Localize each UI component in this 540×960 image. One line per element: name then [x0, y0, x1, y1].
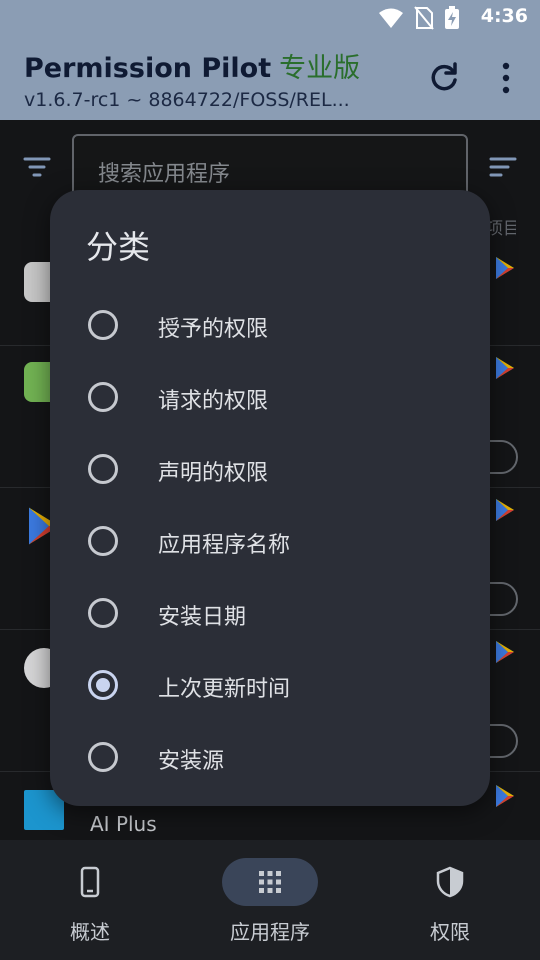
phone-icon: [80, 866, 100, 898]
nav-label: 权限: [430, 920, 470, 944]
app-bar: Permission Pilot 专业版 v1.6.7-rc1 ~ 8864722…: [0, 36, 540, 120]
sort-option-install-date[interactable]: 安装日期: [50, 578, 490, 650]
grid-icon: [259, 871, 281, 893]
nav-label: 概述: [70, 920, 110, 944]
pro-edition-label: 专业版: [279, 53, 361, 84]
option-label: 声明的权限: [158, 461, 269, 486]
sort-option-declared-permissions[interactable]: 声明的权限: [50, 434, 490, 506]
radio-button[interactable]: [88, 454, 118, 484]
sort-option-requested-permissions[interactable]: 请求的权限: [50, 362, 490, 434]
radio-button-selected[interactable]: [88, 670, 118, 700]
radio-button[interactable]: [88, 382, 118, 412]
app-title: Permission Pilot 专业版: [24, 46, 360, 85]
wifi-icon: [379, 8, 403, 28]
option-label: 应用程序名称: [158, 533, 291, 558]
sort-option-app-name[interactable]: 应用程序名称: [50, 506, 490, 578]
app-version: v1.6.7-rc1 ~ 8864722/FOSS/REL...: [24, 89, 350, 111]
dialog-title: 分类: [86, 228, 151, 266]
more-options-icon[interactable]: [490, 58, 522, 98]
status-time: 4:36: [480, 5, 528, 27]
no-sim-icon: [414, 6, 434, 30]
radio-button[interactable]: [88, 598, 118, 628]
option-label: 授予的权限: [158, 317, 269, 342]
option-label: 请求的权限: [158, 389, 269, 414]
nav-label: 应用程序: [230, 920, 310, 944]
status-icons: [378, 6, 460, 30]
nav-item-overview[interactable]: 概述: [0, 840, 180, 960]
radio-button[interactable]: [88, 742, 118, 772]
refresh-icon[interactable]: [424, 58, 464, 98]
status-bar: 4:36: [0, 0, 540, 36]
app-title-text: Permission Pilot: [24, 53, 272, 84]
option-label: 安装源: [158, 749, 225, 774]
sort-option-granted-permissions[interactable]: 授予的权限: [50, 290, 490, 362]
radio-button[interactable]: [88, 526, 118, 556]
sort-option-last-update-time[interactable]: 上次更新时间: [50, 650, 490, 722]
shield-icon: [436, 866, 464, 898]
nav-item-permissions[interactable]: 权限: [360, 840, 540, 960]
bottom-navigation: 概述 应用程序 权限: [0, 840, 540, 960]
battery-charging-icon: [445, 6, 459, 29]
sort-dialog: 分类 授予的权限 请求的权限 声明的权限 应用程序名称 安装日期 上次更新时间 …: [50, 190, 490, 806]
sort-option-install-source[interactable]: 安装源: [50, 722, 490, 794]
option-label: 安装日期: [158, 605, 247, 630]
option-label: 上次更新时间: [158, 677, 291, 702]
nav-item-apps[interactable]: 应用程序: [180, 840, 360, 960]
radio-button[interactable]: [88, 310, 118, 340]
